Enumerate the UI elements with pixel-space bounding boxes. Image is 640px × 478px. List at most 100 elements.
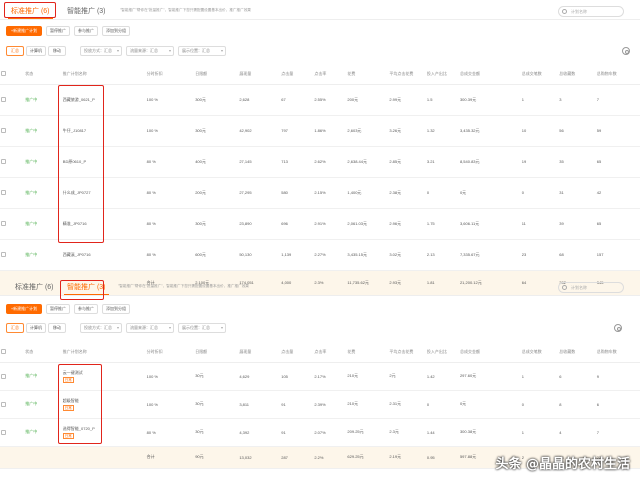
col-gmv[interactable]: 总成交金额: [458, 342, 521, 363]
filter-mobile[interactable]: 移动: [48, 323, 66, 333]
plan-name-link[interactable]: 精准_JP0716: [63, 221, 145, 227]
col-cpc[interactable]: 平均点击花费: [388, 64, 426, 85]
col-roi[interactable]: 投入产出比: [425, 64, 459, 85]
row-checkbox[interactable]: [0, 208, 25, 240]
settings-gear-icon[interactable]: [622, 47, 630, 55]
tab-standard[interactable]: 标准推广 (6): [12, 280, 57, 294]
cell-discount: 80 %: [145, 208, 195, 240]
table-row[interactable]: 推广中 精准_JP0716 80 % 300元 23,890 696 2.91% 2,061.…: [0, 208, 640, 240]
tab-smart[interactable]: 智能推广 (3): [64, 4, 109, 18]
col-click[interactable]: 点击量: [280, 342, 314, 363]
row-checkbox[interactable]: [0, 239, 25, 271]
plan-name-cell[interactable]: 牛仔_J10817: [61, 115, 146, 147]
plan-name-cell[interactable]: 西藏旅游_0621_P: [61, 84, 146, 116]
plan-name-link[interactable]: 牛仔_J10817: [63, 128, 145, 134]
col-status[interactable]: 状态: [24, 64, 62, 85]
plan-name-link[interactable]: 选得智能_0720_P: [63, 426, 145, 432]
row-checkbox[interactable]: [0, 177, 25, 209]
table-row[interactable]: 推广中 云一键测试 日常 100 % 30元 4,629 105 2.17% 210元 2元 1.4…: [0, 362, 640, 391]
table-row[interactable]: 推广中 牛仔_J10817 100 % 300元 42,902 797 1.86% 2,603…: [0, 115, 640, 147]
plan-name-cell[interactable]: 精准_JP0716: [61, 208, 146, 240]
new-plan-button[interactable]: +新建推广计划: [6, 26, 42, 36]
row-checkbox[interactable]: [0, 390, 25, 419]
col-gmv[interactable]: 总成交金额: [458, 64, 521, 85]
table-row[interactable]: 推广中 西藏溪_JP0716 80 % 600元 50,130 1,139 2.27% 3,4…: [0, 239, 640, 271]
pause-button[interactable]: 暂停推广: [46, 304, 70, 314]
col-name[interactable]: 推广计划名称: [61, 64, 146, 85]
col-orders[interactable]: 总成交笔数: [520, 342, 559, 363]
col-ctr[interactable]: 点击率: [313, 342, 347, 363]
col-discount[interactable]: 分时折扣: [145, 342, 195, 363]
plan-name-cell[interactable]: 云一键测试 日常: [61, 362, 146, 391]
tab-smart[interactable]: 智能推广 (3): [64, 280, 109, 295]
plan-name-cell[interactable]: 西藏溪_JP0716: [61, 239, 146, 271]
settings-gear-icon[interactable]: [614, 324, 622, 332]
table-row[interactable]: 推广中 西藏旅游_0621_P 100 % 300元 2,628 67 2.55% 200元 2…: [0, 84, 640, 116]
plan-name-link[interactable]: 云一键测试: [63, 370, 145, 376]
col-limit[interactable]: 日限额: [194, 342, 239, 363]
dropdown-delivery[interactable]: 投放方式：汇总: [80, 323, 122, 333]
cell-ctr: 2.39%: [313, 390, 347, 419]
col-ctr[interactable]: 点击率: [313, 64, 347, 85]
col-cost[interactable]: 花费: [346, 342, 389, 363]
dropdown-placement[interactable]: 展示位置：汇总: [178, 46, 226, 56]
col-cpc[interactable]: 平均点击花费: [388, 342, 426, 363]
select-all-checkbox[interactable]: [0, 342, 25, 363]
dropdown-source[interactable]: 流量来源：汇总: [126, 323, 174, 333]
row-checkbox[interactable]: [0, 362, 25, 391]
new-plan-button[interactable]: +新建推广计划: [6, 304, 42, 314]
col-click[interactable]: 点击量: [280, 64, 314, 85]
filter-pc[interactable]: 计算机: [26, 46, 46, 56]
table-row[interactable]: 推广中 什么成_JP0727 80 % 200元 27,295 580 2.15% 1,400…: [0, 177, 640, 209]
col-cart[interactable]: 总购物车数: [595, 64, 640, 85]
table-row[interactable]: 推广中 选得智能_0720_P 日常 80 % 30元 4,392 91 2.07% 209.2…: [0, 418, 640, 447]
add-group-button[interactable]: 添加到分组: [102, 304, 130, 314]
cell-cpc: 2.96元: [388, 208, 426, 240]
dropdown-delivery[interactable]: 投放方式：汇总: [80, 46, 122, 56]
row-checkbox[interactable]: [0, 418, 25, 447]
plan-name-link[interactable]: BD原0610_P: [63, 159, 145, 165]
row-checkbox[interactable]: [0, 84, 25, 116]
table-row[interactable]: 推广中 BD原0610_P 80 % 400元 27,145 713 2.62% 2,638.…: [0, 146, 640, 178]
search-input[interactable]: 计划名称: [558, 282, 624, 293]
plan-name-cell[interactable]: 超级智能 日常: [61, 390, 146, 419]
plan-name-link[interactable]: 什么成_JP0727: [63, 190, 145, 196]
col-cost[interactable]: 花费: [346, 64, 389, 85]
cell-fav: 8: [558, 390, 596, 419]
search-input[interactable]: 计划名称: [558, 6, 624, 17]
plan-name-cell[interactable]: BD原0610_P: [61, 146, 146, 178]
col-fav[interactable]: 总收藏数: [558, 64, 596, 85]
plan-name-cell[interactable]: 选得智能_0720_P 日常: [61, 418, 146, 447]
plan-name-link[interactable]: 西藏旅游_0621_P: [63, 97, 145, 103]
select-all-checkbox[interactable]: [0, 64, 25, 85]
plan-name-link[interactable]: 超级智能: [63, 398, 145, 404]
col-status[interactable]: 状态: [24, 342, 62, 363]
row-checkbox[interactable]: [0, 146, 25, 178]
tab-standard[interactable]: 标准推广 (6): [8, 4, 53, 19]
col-limit[interactable]: 日限额: [194, 64, 239, 85]
filter-mobile[interactable]: 移动: [48, 46, 66, 56]
col-cart[interactable]: 总购物车数: [595, 342, 640, 363]
col-orders[interactable]: 总成交笔数: [520, 64, 559, 85]
col-fav[interactable]: 总收藏数: [558, 342, 596, 363]
col-show[interactable]: 展现量: [238, 342, 281, 363]
table-row[interactable]: 推广中 超级智能 日常 100 % 30元 3,811 91 2.39% 210元 2.31元 0 0…: [0, 390, 640, 419]
join-button[interactable]: 参与推广: [74, 26, 98, 36]
plan-name-cell[interactable]: 什么成_JP0727: [61, 177, 146, 209]
filter-pc[interactable]: 计算机: [26, 323, 46, 333]
col-show[interactable]: 展现量: [238, 64, 281, 85]
join-button[interactable]: 参与推广: [74, 304, 98, 314]
filter-summary[interactable]: 汇总: [6, 323, 24, 333]
col-discount[interactable]: 分时折扣: [145, 64, 195, 85]
pause-button[interactable]: 暂停推广: [46, 26, 70, 36]
dropdown-source[interactable]: 流量来源：汇总: [126, 46, 174, 56]
filter-summary[interactable]: 汇总: [6, 46, 24, 56]
add-group-button[interactable]: 添加到分组: [102, 26, 130, 36]
dropdown-placement[interactable]: 展示位置：汇总: [178, 323, 226, 333]
col-name[interactable]: 推广计划名称: [61, 342, 146, 363]
row-checkbox[interactable]: [0, 115, 25, 147]
col-roi[interactable]: 投入产出比: [425, 342, 459, 363]
cell-limit: 300元: [194, 115, 239, 147]
plan-name-link[interactable]: 西藏溪_JP0716: [63, 252, 145, 258]
plan-tag: 日常: [62, 432, 74, 439]
